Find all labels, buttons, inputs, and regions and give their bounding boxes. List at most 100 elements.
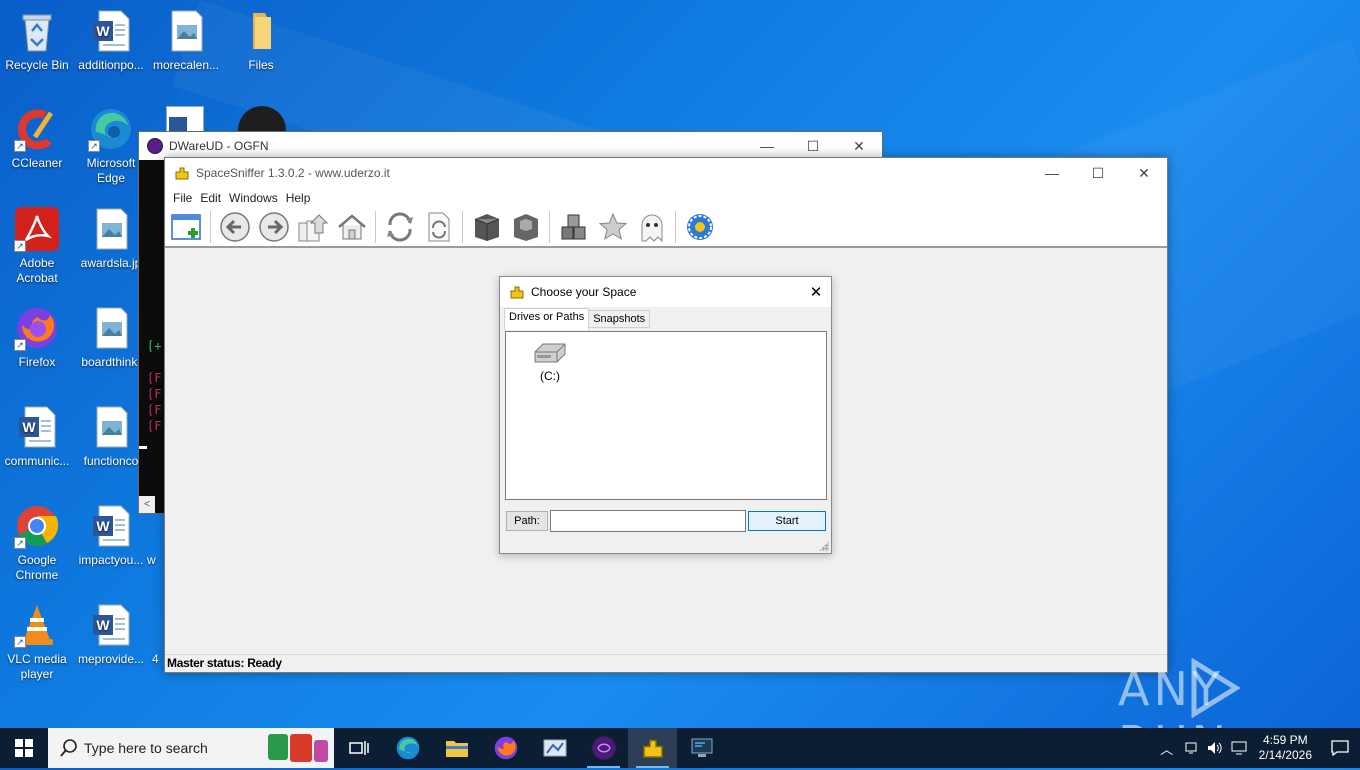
maximize-button[interactable]: ☐ bbox=[1075, 159, 1121, 187]
status-bar: Master status: Ready bbox=[165, 654, 1167, 672]
windows-logo-icon bbox=[15, 739, 33, 757]
choose-space-dialog[interactable]: Choose your Space ✕ Drives or Paths Snap… bbox=[499, 276, 832, 554]
edge-icon: ↗ bbox=[88, 106, 134, 152]
desktop-icon-acrobat[interactable]: ↗ Adobe Acrobat bbox=[0, 206, 75, 286]
dialog-titlebar[interactable]: Choose your Space ✕ bbox=[500, 277, 831, 307]
ccleaner-icon: ↗ bbox=[14, 106, 60, 152]
home-button[interactable] bbox=[334, 209, 370, 245]
menu-bar: File Edit Windows Help bbox=[165, 188, 1167, 208]
new-space-button[interactable] bbox=[169, 209, 205, 245]
start-button-windows[interactable] bbox=[0, 728, 48, 768]
cubes-icon bbox=[561, 214, 585, 240]
taskbar-firefox[interactable] bbox=[481, 728, 530, 768]
volume-icon[interactable] bbox=[1203, 741, 1227, 755]
spacesniffer-logo-icon bbox=[174, 165, 190, 181]
word-document-icon: W bbox=[88, 503, 134, 549]
task-view-button[interactable] bbox=[334, 728, 383, 768]
desktop-icon-label: Files bbox=[248, 58, 274, 72]
favorites-button[interactable] bbox=[595, 209, 631, 245]
zoom-in-button[interactable] bbox=[469, 209, 505, 245]
scroll-left-arrow[interactable]: < bbox=[139, 496, 155, 513]
taskbar-file-explorer[interactable] bbox=[432, 728, 481, 768]
taskbar-dwareud[interactable] bbox=[579, 728, 628, 768]
firefox-icon: ↗ bbox=[14, 305, 60, 351]
clock[interactable]: 4:59 PM 2/14/2026 bbox=[1259, 733, 1312, 763]
page-refresh-icon bbox=[428, 212, 449, 242]
minimize-button[interactable]: — bbox=[1029, 159, 1075, 187]
toolbar-separator bbox=[462, 211, 463, 243]
desktop-icon-word-doc[interactable]: W meprovide... bbox=[73, 602, 149, 667]
desktop-icon-word-doc[interactable]: W communic... bbox=[0, 404, 75, 469]
tab-drives-or-paths[interactable]: Drives or Paths bbox=[504, 308, 590, 330]
word-document-icon[interactable] bbox=[166, 106, 204, 132]
taskbar-search[interactable]: Type here to search bbox=[48, 728, 334, 768]
taskbar-edge[interactable] bbox=[383, 728, 432, 768]
firefox-icon bbox=[494, 736, 517, 760]
image-file-icon bbox=[88, 206, 134, 252]
main-titlebar[interactable]: SpaceSniffer 1.3.0.2 - www.uderzo.it — ☐… bbox=[165, 158, 1167, 188]
forward-button[interactable] bbox=[256, 209, 292, 245]
desktop-icon-label: Recycle Bin bbox=[5, 58, 69, 72]
options-button[interactable] bbox=[682, 209, 718, 245]
monitor-icon bbox=[691, 738, 712, 757]
close-button[interactable]: ✕ bbox=[836, 132, 882, 160]
refresh-page-button[interactable] bbox=[421, 209, 457, 245]
resize-grip[interactable] bbox=[819, 541, 829, 551]
drive-c[interactable]: (C:) bbox=[530, 340, 570, 383]
taskbar-terminal[interactable] bbox=[677, 728, 726, 768]
console-titlebar[interactable]: DWareUD - OGFN — ☐ ✕ bbox=[139, 132, 882, 160]
start-button[interactable]: Start bbox=[748, 511, 826, 531]
desktop-icon-vlc[interactable]: ↗ VLC media player bbox=[0, 602, 75, 682]
minimize-button[interactable]: — bbox=[744, 132, 790, 160]
app-logo-icon bbox=[591, 735, 616, 761]
svg-text:W: W bbox=[96, 23, 110, 39]
console-title: DWareUD - OGFN bbox=[169, 139, 269, 153]
refresh-button[interactable] bbox=[382, 209, 418, 245]
spacesniffer-logo-icon bbox=[509, 284, 525, 300]
desktop-icon-image[interactable]: morecalen... bbox=[148, 8, 224, 73]
maximize-button[interactable]: ☐ bbox=[790, 132, 836, 160]
notification-icon[interactable] bbox=[1320, 740, 1360, 756]
path-label: Path: bbox=[506, 511, 548, 531]
taskbar-app-generic[interactable] bbox=[530, 728, 579, 768]
tab-strip: Drives or Paths Snapshots bbox=[504, 308, 651, 330]
back-button[interactable] bbox=[217, 209, 253, 245]
menu-edit[interactable]: Edit bbox=[196, 191, 225, 205]
path-input[interactable] bbox=[550, 510, 746, 532]
app-logo-icon bbox=[147, 138, 163, 154]
dialog-title: Choose your Space bbox=[531, 285, 637, 299]
display-icon[interactable] bbox=[1227, 741, 1251, 755]
network-icon[interactable] bbox=[1179, 741, 1203, 755]
spacesniffer-logo-icon bbox=[642, 739, 663, 758]
arrow-left-icon bbox=[219, 212, 250, 242]
tab-snapshots[interactable]: Snapshots bbox=[589, 310, 651, 328]
menu-file[interactable]: File bbox=[169, 191, 196, 205]
desktop-icon-recycle-bin[interactable]: Recycle Bin bbox=[0, 8, 75, 73]
desktop-icon-word-doc[interactable]: W additionpo... bbox=[73, 8, 149, 73]
taskbar-spacesniffer[interactable] bbox=[628, 728, 677, 768]
menu-windows[interactable]: Windows bbox=[225, 191, 282, 205]
console-cursor bbox=[139, 446, 147, 449]
chevron-up-icon[interactable]: ︿ bbox=[1155, 739, 1179, 758]
desktop-icon-files[interactable]: Files bbox=[223, 8, 299, 73]
vlc-icon: ↗ bbox=[14, 602, 60, 648]
desktop-icon-firefox[interactable]: ↗ Firefox bbox=[0, 305, 75, 370]
desktop-icon-ccleaner[interactable]: ↗ CCleaner bbox=[0, 106, 75, 171]
desktop-icon-label: Google Chrome bbox=[15, 553, 59, 582]
zoom-out-button[interactable] bbox=[508, 209, 544, 245]
star-icon bbox=[598, 212, 627, 241]
close-button[interactable]: ✕ bbox=[801, 283, 831, 301]
chrome-icon: ↗ bbox=[14, 503, 60, 549]
toolbar-separator bbox=[549, 211, 550, 243]
console-line: [F bbox=[147, 387, 162, 401]
toolbar-separator bbox=[210, 211, 211, 243]
svg-text:W: W bbox=[96, 617, 110, 633]
desktop-icon-chrome[interactable]: ↗ Google Chrome bbox=[0, 503, 75, 583]
cubes-button[interactable] bbox=[556, 209, 592, 245]
parent-button[interactable] bbox=[295, 209, 331, 245]
home-icon bbox=[337, 214, 366, 240]
ghost-button[interactable] bbox=[634, 209, 670, 245]
menu-help[interactable]: Help bbox=[282, 191, 315, 205]
close-button[interactable]: ✕ bbox=[1121, 159, 1167, 187]
word-document-icon: W bbox=[14, 404, 60, 450]
